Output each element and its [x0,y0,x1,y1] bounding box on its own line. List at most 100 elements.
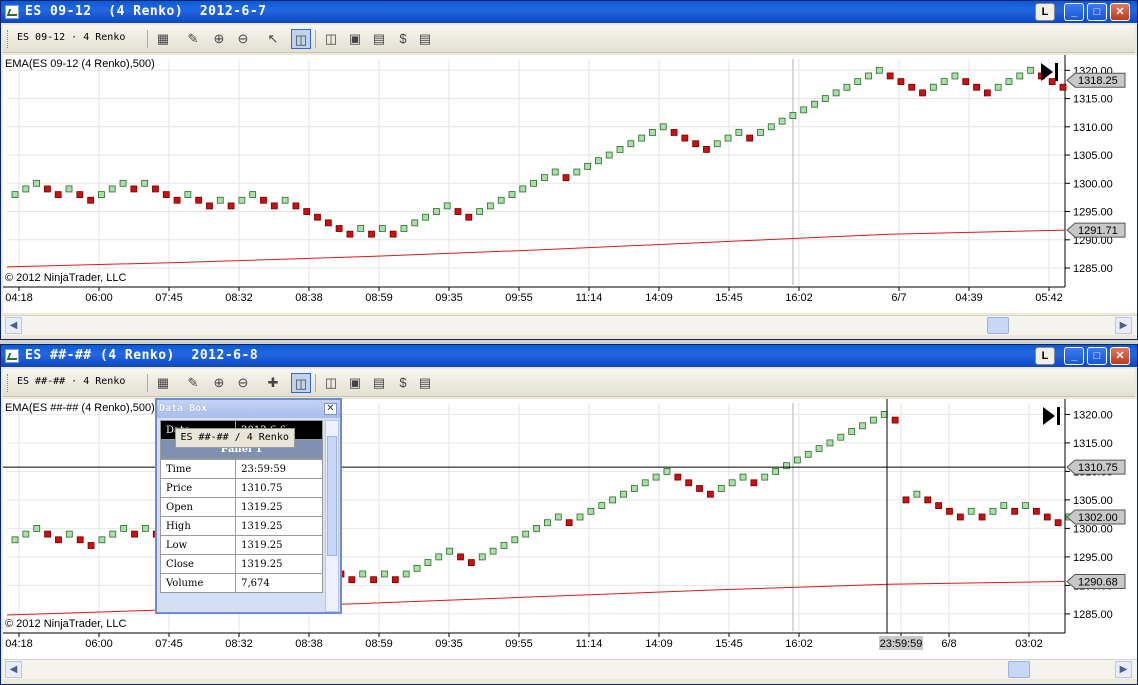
layout-button[interactable]: L [1035,3,1055,21]
renko-brick-up [530,179,537,187]
renko-brick-down [891,416,899,424]
scroll-left-icon[interactable]: ◀ [5,317,22,334]
minimize-button[interactable]: _ [1064,3,1084,21]
scroll-right-icon[interactable]: ▶ [1115,317,1132,334]
maximize-button[interactable]: □ [1087,347,1107,365]
dollar-icon[interactable]: $ [393,373,413,393]
renko-brick-up [108,185,116,193]
play-bar [1057,407,1060,425]
row-label: Low [159,535,237,555]
renko-brick-up [1027,66,1034,74]
renko-brick-down [902,496,910,504]
renko-brick-up [413,564,421,572]
toolbar-grip[interactable] [7,30,10,48]
y-tick-label: 1295.00 [1073,552,1113,564]
price-marker-label: 1291.71 [1078,225,1118,237]
renko-brick-up [541,174,548,182]
minimize-button[interactable]: _ [1064,347,1084,365]
renko-brick-down [973,83,980,91]
data-box-scrollbar[interactable] [325,420,339,612]
maximize-button[interactable]: □ [1087,3,1107,21]
instrument-selector[interactable]: ES ##-## · 4 Renko [17,376,125,387]
instrument-label: ES ##-## / 4 Renko [174,427,295,448]
renko-brick-up [1022,502,1029,509]
scroll-thumb[interactable] [1008,661,1030,678]
renko-brick-up [951,72,959,80]
close-button[interactable]: ✕ [1110,347,1130,365]
x-tick-label: 06:00 [85,638,113,650]
scroll-left-icon[interactable]: ◀ [5,661,22,678]
renko-brick-up [609,496,617,504]
renko-brick-down [465,213,473,221]
scroll-thumb[interactable] [987,317,1009,334]
scroll-right-icon[interactable]: ▶ [1115,661,1132,678]
renko-brick-down [703,146,710,153]
properties-icon[interactable]: ▤ [415,29,435,49]
chart-icon[interactable]: ▤ [369,373,389,393]
chart-icon[interactable]: ▤ [369,29,389,49]
renko-brick-down [696,485,703,492]
scroll-thumb[interactable] [327,436,337,556]
horizontal-scrollbar[interactable]: ◀ ▶ [3,315,1137,335]
pencil-icon[interactable]: ✎ [183,29,203,49]
renko-brick-down [565,519,573,527]
toolbar-separator [315,30,316,48]
renko-brick-down [908,83,916,91]
scroll-to-end-icon[interactable] [1043,407,1060,425]
data-box-title[interactable]: Data Box [157,400,340,418]
ema-line [6,229,1066,268]
renko-brick-up [837,433,845,441]
zoom-out-icon[interactable]: ⊖ [233,373,253,393]
price-panel[interactable]: 1320.001315.001310.001305.001300.001295.… [3,55,1137,313]
layout-button[interactable]: L [1035,347,1055,365]
x-tick-label: 06:00 [85,292,113,304]
properties-icon[interactable]: ▤ [415,373,435,393]
zoom-in-icon[interactable]: ⊕ [209,373,229,393]
zoom-out-icon[interactable]: ⊖ [233,29,253,49]
renko-brick-up [778,117,786,125]
x-tick-label: 15:45 [715,292,743,304]
toolbar-grip[interactable] [7,374,10,392]
renko-brick-up [11,191,19,199]
data-box-window[interactable]: Data Box ✕ Date 2012-6-6 Panel 1 ES ##-#… [155,398,342,614]
title-bar[interactable]: ES 09-12 (4 Renko) 2012-6-7 L _ □ ✕ [1,1,1137,23]
strategy-icon[interactable]: ◫ [321,373,341,393]
pointer-icon[interactable]: ↖ [263,29,283,49]
pencil-icon[interactable]: ✎ [183,373,203,393]
dollar-icon[interactable]: $ [393,29,413,49]
data-box-icon[interactable]: ◫ [291,373,311,393]
renko-brick-down [750,479,758,487]
data-box-icon[interactable]: ◫ [291,29,311,49]
renko-brick-up [109,530,117,538]
close-icon[interactable]: ✕ [324,403,337,415]
chart-style-icon[interactable]: ▦ [153,373,173,393]
renko-brick-down [292,202,300,210]
horizontal-scrollbar[interactable]: ◀ ▶ [3,659,1137,679]
renko-brick-up [854,78,862,86]
title-bar[interactable]: ES ##-## (4 Renko) 2012-6-8 L _ □ ✕ [1,345,1137,367]
renko-brick-up [994,83,1002,91]
renko-brick-up [652,473,660,481]
x-tick-label: 03:02 [1015,638,1043,650]
indicator-icon[interactable]: ▣ [345,29,365,49]
renko-brick-up [33,525,41,532]
instrument-selector[interactable]: ES 09-12 · 4 Renko [17,32,125,43]
renko-chart[interactable]: 1320.001315.001310.001305.001300.001295.… [3,55,1137,313]
zoom-in-icon[interactable]: ⊕ [209,29,229,49]
row-label: Price [159,478,237,498]
y-tick-label: 1320.00 [1073,409,1113,421]
y-tick-label: 1285.00 [1073,263,1113,275]
strategy-icon[interactable]: ◫ [321,29,341,49]
indicator-icon[interactable]: ▣ [345,373,365,393]
renko-brick-up [359,570,367,578]
close-button[interactable]: ✕ [1110,3,1130,21]
chart-style-icon[interactable]: ▦ [153,29,173,49]
renko-brick-down [457,553,464,561]
y-tick-label: 1305.00 [1073,150,1113,162]
renko-brick-up [281,196,289,204]
renko-brick-up [357,225,365,232]
crosshair-icon[interactable]: ✚ [263,373,283,393]
renko-brick-up [120,525,128,532]
row-value: 23:59:59 [235,459,323,479]
renko-brick-up [713,140,721,148]
